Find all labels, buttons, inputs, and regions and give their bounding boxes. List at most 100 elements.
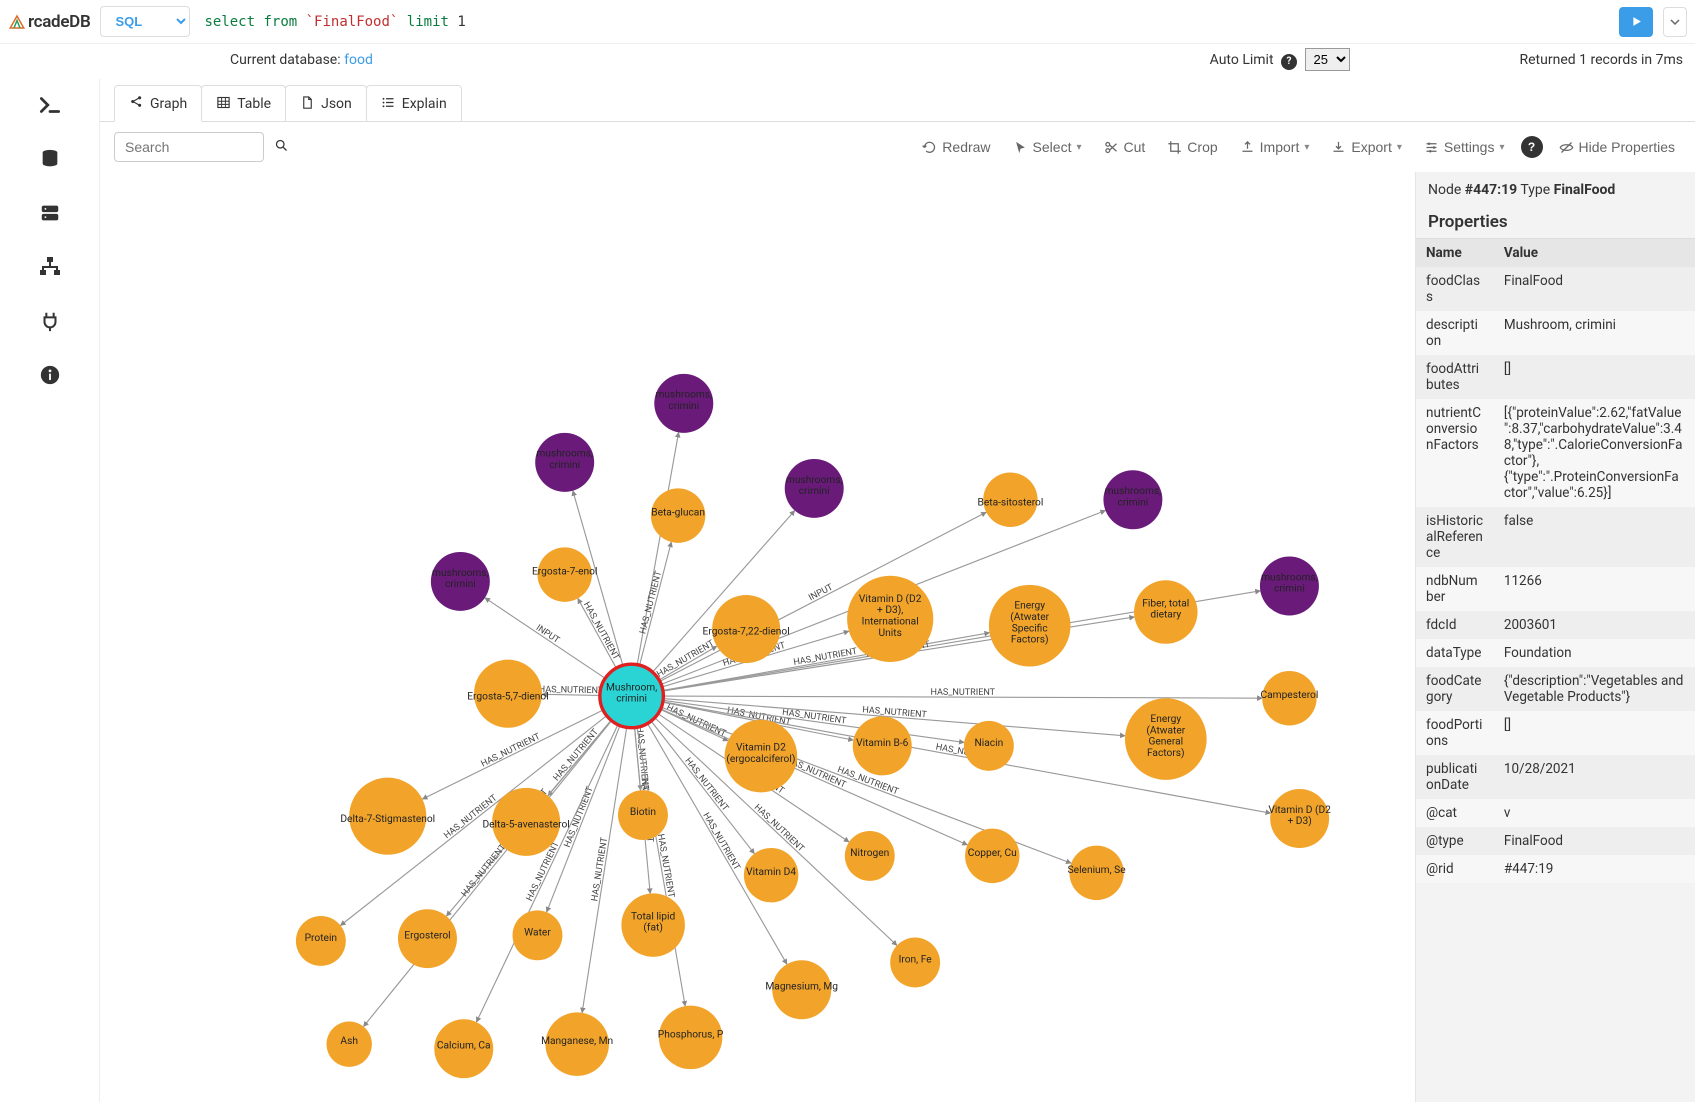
graph-node[interactable]: Fiber, totaldietary [1134, 580, 1198, 644]
property-row: @catv [1416, 799, 1695, 827]
download-icon [1331, 140, 1346, 155]
server-icon[interactable] [35, 201, 65, 225]
graph-node[interactable]: Vitamin D (D2+ D3),InternationalUnits [847, 576, 933, 662]
graph-node[interactable]: Vitamin D4 [744, 848, 798, 902]
prop-name: dataType [1416, 639, 1494, 667]
graph-node[interactable]: mushrooms,crimini [1103, 470, 1162, 529]
graph-node[interactable]: Energy(AtwaterSpecificFactors) [989, 585, 1071, 667]
graph-node-center[interactable]: Mushroom,crimini [600, 664, 664, 728]
import-button[interactable]: Import [1234, 135, 1316, 159]
graph-node[interactable]: mushrooms,crimini [535, 433, 594, 492]
result-tabs: GraphTableJson Explain [100, 79, 1695, 122]
run-button[interactable] [1619, 7, 1653, 37]
property-row: @rid#447:19 [1416, 855, 1695, 883]
prop-name: @type [1416, 827, 1494, 855]
chevron-down-icon [1670, 17, 1680, 27]
prop-value: v [1494, 799, 1695, 827]
graph-node[interactable]: Magnesium, Mg [765, 960, 838, 1019]
redraw-button[interactable]: Redraw [916, 135, 996, 159]
graph-node[interactable]: Vitamin D2(ergocalciferol) [725, 720, 798, 793]
graph-node[interactable]: Calcium, Ca [434, 1019, 493, 1078]
graph-node[interactable]: Iron, Fe [890, 938, 940, 988]
graph-node[interactable]: Selenium, Se [1068, 846, 1127, 900]
graph-node[interactable]: Water [513, 910, 563, 960]
hide-properties-button[interactable]: Hide Properties [1553, 135, 1682, 159]
graph-node[interactable]: Ergosta-7-enol [532, 547, 597, 601]
svg-text:HAS_NUTRIENT: HAS_NUTRIENT [682, 756, 730, 814]
svg-text:HAS_NUTRIENT: HAS_NUTRIENT [480, 732, 543, 770]
api-icon[interactable] [35, 309, 65, 333]
svg-text:INPUT: INPUT [807, 582, 835, 603]
graph-node[interactable]: mushrooms,crimini [785, 459, 844, 518]
list-icon [381, 95, 396, 114]
graph-node[interactable]: mushrooms,crimini [1260, 556, 1319, 615]
prop-name: foodPortions [1416, 711, 1494, 755]
graph-canvas[interactable]: INPUT HAS_NUTRIENT HAS_NUTRIENT HAS_NUTRIEN… [100, 172, 1415, 1102]
graph-node[interactable]: Ergosta-5,7-dienol [467, 660, 548, 728]
search-button[interactable] [274, 138, 289, 157]
graph-node[interactable]: Delta-7-Stigmastenol [340, 778, 435, 855]
selected-node-header: Node #447:19 Type FinalFood [1416, 182, 1695, 206]
database-icon[interactable] [35, 147, 65, 171]
svg-text:HAS_NUTRIENT: HAS_NUTRIENT [752, 803, 806, 855]
cut-button[interactable]: Cut [1098, 135, 1152, 159]
current-db-label: Current database: food [230, 52, 373, 68]
language-select[interactable]: SQL [100, 6, 190, 37]
current-db-name: food [344, 52, 373, 68]
prop-value: [] [1494, 355, 1695, 399]
property-row: fdcId2003601 [1416, 611, 1695, 639]
settings-button[interactable]: Settings [1418, 135, 1511, 159]
property-row: isHistoricalReferencefalse [1416, 507, 1695, 567]
graph-node[interactable]: Nitrogen [845, 831, 895, 881]
graph-node[interactable]: Beta-sitosterol [977, 473, 1043, 527]
graph-node[interactable]: Total lipid(fat) [621, 893, 685, 957]
help-button[interactable]: ? [1521, 136, 1543, 158]
graph-node[interactable]: Campesterol [1260, 671, 1318, 725]
auto-limit-select[interactable]: 25 [1305, 48, 1350, 71]
graph-node[interactable]: Ash [327, 1021, 372, 1066]
graph-node[interactable]: Protein [296, 916, 346, 966]
graph-node[interactable]: Energy(AtwaterGeneralFactors) [1125, 698, 1207, 780]
svg-text:HAS_NUTRIENT: HAS_NUTRIENT [930, 688, 995, 698]
graph-node[interactable]: Vitamin B-6 [853, 716, 912, 775]
crop-button[interactable]: Crop [1161, 135, 1223, 159]
tab-graph[interactable]: Graph [114, 85, 202, 122]
select-button[interactable]: Select [1007, 135, 1088, 159]
graph-node[interactable]: Ergosterol [398, 909, 457, 968]
graph-node[interactable]: Vitamin D (D2+ D3) [1268, 789, 1331, 848]
schema-icon[interactable] [35, 255, 65, 279]
graph-node[interactable]: mushrooms,crimini [654, 374, 713, 433]
svg-text:HAS_NUTRIENT: HAS_NUTRIENT [460, 842, 509, 899]
property-row: dataTypeFoundation [1416, 639, 1695, 667]
search-input[interactable] [114, 132, 264, 162]
graph-node[interactable]: mushrooms,crimini [431, 552, 490, 611]
sliders-icon [1424, 140, 1439, 155]
query-input[interactable]: select from `FinalFood` limit 1 [200, 8, 1609, 36]
prop-value: 10/28/2021 [1494, 755, 1695, 799]
graph-node[interactable]: Niacin [964, 721, 1014, 771]
graph-node[interactable]: Biotin [618, 790, 668, 840]
run-dropdown[interactable] [1663, 7, 1687, 37]
prop-name: @rid [1416, 855, 1494, 883]
tab-table[interactable]: Table [201, 85, 286, 122]
tab-label: Explain [402, 96, 447, 112]
graph-node[interactable]: Beta-glucan [651, 488, 705, 542]
tab-explain[interactable]: Explain [366, 85, 462, 122]
help-icon[interactable]: ? [1281, 54, 1297, 70]
graph-node[interactable]: Phosphorus, P [658, 1006, 724, 1070]
tab-json[interactable]: Json [285, 85, 367, 122]
property-row: ndbNumber11266 [1416, 567, 1695, 611]
property-row: foodCategory{"description":"Vegetables a… [1416, 667, 1695, 711]
graph-node[interactable]: Manganese, Mn [541, 1012, 613, 1076]
export-button[interactable]: Export [1325, 135, 1408, 159]
prop-name: publicationDate [1416, 755, 1494, 799]
upload-icon [1240, 140, 1255, 155]
terminal-icon[interactable] [35, 93, 65, 117]
table-icon [216, 95, 231, 114]
prop-value: FinalFood [1494, 267, 1695, 311]
property-row: foodClassFinalFood [1416, 267, 1695, 311]
properties-panel: Node #447:19 Type FinalFood Properties N… [1415, 172, 1695, 1102]
graph-node[interactable]: Copper, Cu [965, 829, 1019, 883]
info-icon[interactable] [35, 363, 65, 387]
scissors-icon [1104, 140, 1119, 155]
